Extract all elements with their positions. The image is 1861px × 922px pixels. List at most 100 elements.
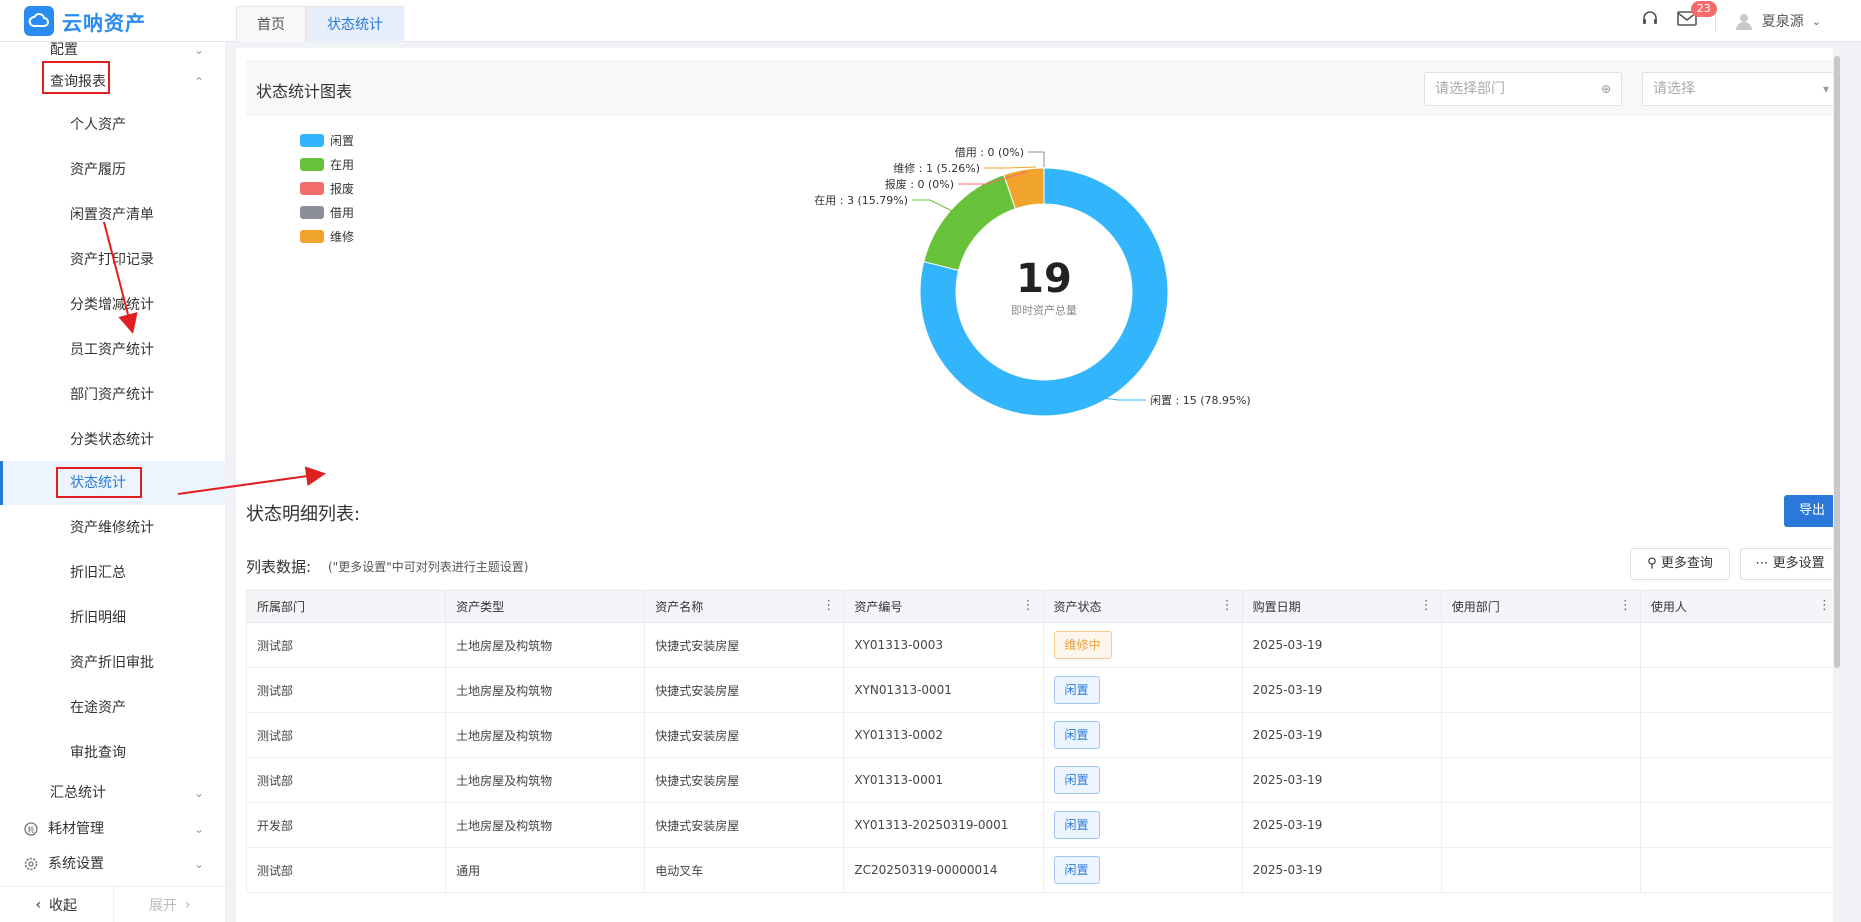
cell-type: 土地房屋及构筑物 <box>445 802 646 848</box>
column-menu-icon[interactable]: ⋮ <box>1619 598 1632 613</box>
sidebar: 配置 ⌄ 查询报表 ⌃ 个人资产 资产履历 闲置资产清单 资产打印记录 分类增减… <box>0 42 226 922</box>
annotation-box-status-stats <box>56 467 142 498</box>
cell-type: 土地房屋及构筑物 <box>445 712 646 758</box>
table-row[interactable]: 测试部 土地房屋及构筑物 快捷式安装房屋 XYN01313-0001 闲置 20… <box>245 667 1841 713</box>
table-header-row: 所属部门 资产类型 资产名称 ⋮ 资产编号 ⋮ 资产状态 ⋮ 购置日期 ⋮ 使用部门 ⋮ … <box>245 590 1841 623</box>
sidebar-item-label: 资产维修统计 <box>70 520 154 536</box>
sidebar-item-category-status[interactable]: 分类状态统计 <box>0 418 226 462</box>
cell-status: 闲置 <box>1042 802 1243 848</box>
cell-user <box>1639 712 1841 758</box>
column-header-date[interactable]: 购置日期 ⋮ <box>1241 590 1442 623</box>
slice-label-scrapped: 报废 : 0 (0%) <box>885 177 954 191</box>
cell-use-dept <box>1440 712 1641 758</box>
asset-name-link[interactable]: 电动叉车 <box>644 847 845 893</box>
column-menu-icon[interactable]: ⋮ <box>1818 598 1831 613</box>
column-header-label: 所属部门 <box>257 600 306 614</box>
asset-name-link[interactable]: 快捷式安装房屋 <box>644 757 845 803</box>
cell-date: 2025-03-19 <box>1241 847 1442 893</box>
sidebar-item-label: 个人资产 <box>70 117 126 133</box>
table-row[interactable]: 测试部 土地房屋及构筑物 快捷式安装房屋 XY01313-0003 维修中 20… <box>245 622 1841 668</box>
sidebar-item-depreciation-approval[interactable]: 资产折旧审批 <box>0 641 226 685</box>
user-menu[interactable]: 夏泉源 ⌄ <box>1734 11 1821 31</box>
column-header-use-dept[interactable]: 使用部门 ⋮ <box>1440 590 1641 623</box>
cell-code: XY01313-0001 <box>843 757 1044 803</box>
column-header-type[interactable]: 资产类型 <box>445 590 646 623</box>
asset-name-link[interactable]: 快捷式安装房屋 <box>644 667 845 713</box>
sidebar-item-label: 闲置资产清单 <box>70 207 154 223</box>
sidebar-item-in-transit[interactable]: 在途资产 <box>0 686 226 730</box>
column-header-label: 使用人 <box>1650 600 1687 614</box>
leader-line-in-use <box>912 199 957 214</box>
cell-use-dept <box>1440 802 1641 848</box>
mail-button[interactable]: 23 <box>1676 1 1717 31</box>
collapse-button[interactable]: ‹ 收起 <box>0 887 114 922</box>
cell-dept: 测试部 <box>245 667 447 713</box>
detail-list-title: 状态明细列表: <box>246 504 361 525</box>
tab-home[interactable]: 首页 <box>236 6 306 42</box>
cell-user <box>1639 622 1841 668</box>
leader-line-repair <box>984 166 1037 169</box>
total-asset-count: 19 <box>1016 256 1072 302</box>
slice-label-repair: 维修 : 1 (5.26%) <box>893 161 980 175</box>
sidebar-item-label: 员工资产统计 <box>70 342 154 358</box>
column-menu-icon[interactable]: ⋮ <box>1420 598 1433 613</box>
sidebar-item-depreciation-detail[interactable]: 折旧明细 <box>0 596 226 640</box>
cell-dept: 测试部 <box>245 622 447 668</box>
sidebar-item-personal-assets[interactable]: 个人资产 <box>0 103 226 147</box>
cell-dept: 测试部 <box>245 847 447 893</box>
sidebar-item-idle-list[interactable]: 闲置资产清单 <box>0 193 226 237</box>
more-query-button[interactable]: ⚲ 更多查询 <box>1630 548 1730 580</box>
sidebar-item-category-change[interactable]: 分类增减统计 <box>0 283 226 327</box>
main-scrollbar[interactable] <box>1833 48 1841 922</box>
column-header-dept[interactable]: 所属部门 <box>245 590 447 623</box>
headset-icon[interactable] <box>1641 10 1659 32</box>
main-content: 状态统计图表 请选择部门 ⊕ 请选择 ▾ 闲置 在用 报废 借用 维修 19 即… <box>236 48 1841 922</box>
cell-code: ZC20250319-00000014 <box>843 847 1044 893</box>
cell-use-dept <box>1440 622 1641 668</box>
table-row[interactable]: 测试部 土地房屋及构筑物 快捷式安装房屋 XY01313-0001 闲置 202… <box>245 757 1841 803</box>
sidebar-group-system-settings[interactable]: 系统设置 ⌄ <box>0 842 226 886</box>
cell-user <box>1639 847 1841 893</box>
cell-status: 维修中 <box>1042 622 1243 668</box>
sidebar-item-repair-stats[interactable]: 资产维修统计 <box>0 506 226 550</box>
sidebar-item-depreciation-summary[interactable]: 折旧汇总 <box>0 551 226 595</box>
leader-line-borrowed <box>1028 151 1045 167</box>
column-menu-icon[interactable]: ⋮ <box>822 598 835 613</box>
column-header-status[interactable]: 资产状态 ⋮ <box>1042 590 1243 623</box>
slice-label-in-use: 在用 : 3 (15.79%) <box>814 194 908 207</box>
column-header-code[interactable]: 资产编号 ⋮ <box>843 590 1044 623</box>
cell-code: XY01313-20250319-0001 <box>843 802 1044 848</box>
sidebar-item-employee-assets[interactable]: 员工资产统计 <box>0 328 226 372</box>
cell-type: 土地房屋及构筑物 <box>445 757 646 803</box>
chevron-up-icon: ⌃ <box>193 75 204 89</box>
donut-chart: 19 即时资产总量 闲置 : 15 (78.95%) 在用 : 3 (15.79… <box>814 146 1251 417</box>
sidebar-item-asset-history[interactable]: 资产履历 <box>0 148 226 192</box>
table-row[interactable]: 开发部 土地房屋及构筑物 快捷式安装房屋 XY01313-20250319-00… <box>245 802 1841 848</box>
asset-name-link[interactable]: 快捷式安装房屋 <box>644 712 845 758</box>
export-button[interactable]: 导出 <box>1784 495 1840 527</box>
tab-status-stats[interactable]: 状态统计 <box>306 6 404 42</box>
sidebar-item-print-records[interactable]: 资产打印记录 <box>0 238 226 282</box>
column-header-name[interactable]: 资产名称 ⋮ <box>644 590 845 623</box>
sidebar-item-dept-assets[interactable]: 部门资产统计 <box>0 373 226 417</box>
status-badge: 闲置 <box>1053 721 1100 749</box>
column-menu-icon[interactable]: ⋮ <box>1022 598 1035 613</box>
column-header-user[interactable]: 使用人 ⋮ <box>1639 590 1841 623</box>
sidebar-group-query-reports[interactable]: 查询报表 ⌃ <box>0 60 226 104</box>
cell-use-dept <box>1440 757 1641 803</box>
more-settings-button[interactable]: ⋯ 更多设置 <box>1740 548 1840 580</box>
column-menu-icon[interactable]: ⋮ <box>1221 598 1234 613</box>
asset-name-link[interactable]: 快捷式安装房屋 <box>644 622 845 668</box>
scrollbar-thumb[interactable] <box>1834 56 1840 668</box>
more-query-label: 更多查询 <box>1660 556 1713 571</box>
column-header-label: 资产状态 <box>1053 600 1102 614</box>
cell-user <box>1639 802 1841 848</box>
table-row[interactable]: 测试部 土地房屋及构筑物 快捷式安装房屋 XY01313-0002 闲置 202… <box>245 712 1841 758</box>
sidebar-item-approval-query[interactable]: 审批查询 <box>0 731 226 775</box>
table-row[interactable]: 测试部 通用 电动叉车 ZC20250319-00000014 闲置 2025-… <box>245 847 1841 893</box>
sidebar-item-label: 部门资产统计 <box>70 387 154 403</box>
collapse-label: 收起 <box>49 897 78 914</box>
sidebar-item-label: 系统设置 <box>48 856 104 872</box>
expand-button[interactable]: 展开 › <box>114 887 227 922</box>
asset-name-link[interactable]: 快捷式安装房屋 <box>644 802 845 848</box>
